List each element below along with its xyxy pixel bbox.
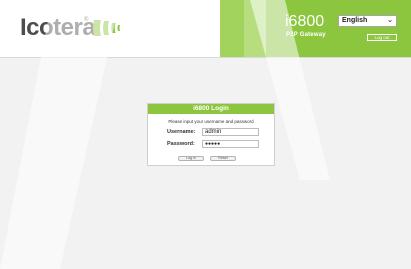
logo-wave-icon bbox=[93, 20, 120, 36]
login-button[interactable]: Log in bbox=[178, 156, 204, 161]
username-field[interactable]: admin bbox=[202, 128, 259, 136]
language-select-value: English bbox=[342, 17, 368, 24]
logo-registered-mark: ® bbox=[84, 17, 89, 23]
reset-button[interactable]: Reset bbox=[210, 156, 236, 161]
username-label: Username: bbox=[167, 129, 196, 135]
language-select[interactable]: English ⌄ bbox=[338, 15, 397, 27]
password-field[interactable]: ●●●●● bbox=[202, 140, 259, 148]
header-stripe bbox=[244, 0, 266, 57]
product-subtitle: P2P Gateway bbox=[286, 32, 326, 38]
logout-button[interactable]: Log out bbox=[367, 34, 397, 41]
login-title: i6800 Login bbox=[148, 104, 274, 114]
password-label: Password: bbox=[167, 141, 195, 147]
product-name: i6800 bbox=[285, 13, 325, 30]
header: Icotera ® i6800 P2P Gateway English ⌄ Lo… bbox=[0, 0, 411, 58]
chevron-down-icon: ⌄ bbox=[387, 17, 393, 24]
login-prompt: Please input your username and password bbox=[168, 119, 254, 124]
login-panel: i6800 Login Please input your username a… bbox=[147, 103, 275, 166]
